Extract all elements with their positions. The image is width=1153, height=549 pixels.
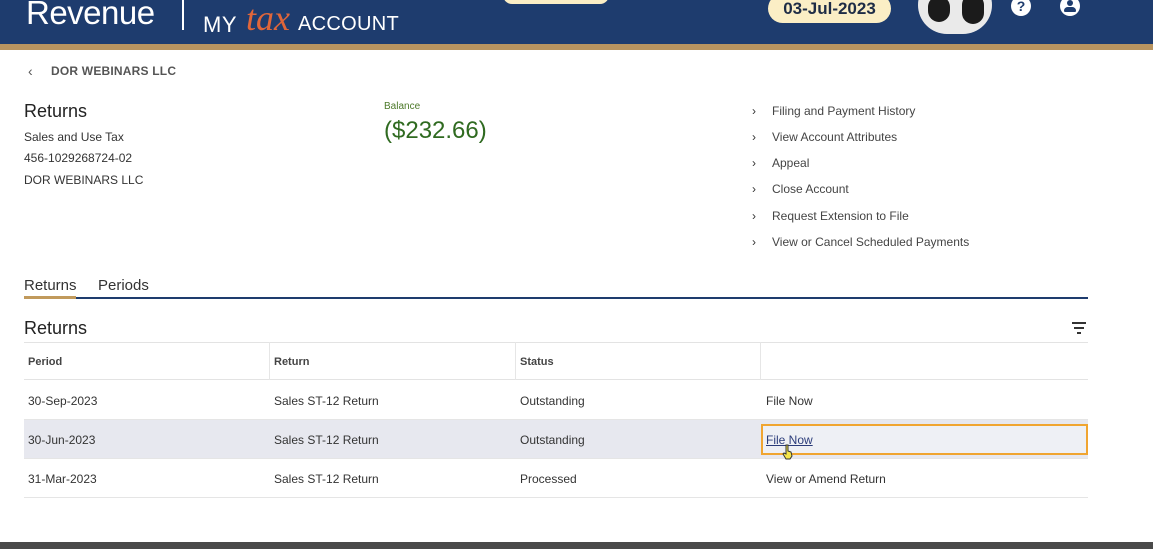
logo-tax: tax [246, 0, 290, 38]
link-scheduled-payments[interactable]: › View or Cancel Scheduled Payments [752, 235, 969, 253]
link-label: Appeal [772, 156, 810, 170]
page-title: Returns [24, 101, 88, 121]
link-view-account-attributes[interactable]: › View Account Attributes [752, 130, 897, 148]
cell-status: Processed [520, 472, 577, 486]
logo-revenue: Revenue [26, 0, 155, 31]
hand-cursor-icon [782, 444, 793, 460]
file-now-link[interactable]: File Now [766, 394, 813, 408]
cell-status: Outstanding [520, 433, 585, 447]
returns-section-title: Returns [24, 318, 88, 338]
help-icon[interactable]: ? [1011, 0, 1031, 16]
column-header-status[interactable]: Status [520, 356, 554, 368]
header-stripe [0, 44, 1153, 50]
business-name: DOR WEBINARS LLC [24, 173, 144, 187]
link-label: View or Cancel Scheduled Payments [772, 235, 970, 249]
filter-icon[interactable] [1072, 322, 1086, 334]
avatar[interactable] [918, 0, 992, 34]
link-label: Close Account [772, 182, 849, 196]
filter-line [1074, 327, 1084, 329]
avatar-spot [962, 0, 984, 24]
column-separator [515, 342, 516, 380]
tab-bar-divider [76, 297, 1088, 299]
cell-period: 30-Sep-2023 [28, 394, 98, 408]
tax-type: Sales and Use Tax [24, 130, 124, 144]
link-label: Request Extension to File [772, 209, 909, 223]
cell-return: Sales ST-12 Return [274, 472, 379, 486]
back-chevron-icon[interactable]: ‹ [28, 63, 33, 79]
chevron-right-icon: › [752, 235, 756, 249]
account-id: 456-1029268724-02 [24, 151, 133, 165]
tab-periods[interactable]: Periods [98, 277, 149, 294]
chevron-right-icon: › [752, 156, 756, 170]
link-label: Filing and Payment History [772, 104, 916, 118]
bottom-bar [0, 542, 1153, 549]
header-pill[interactable] [503, 0, 609, 4]
logo-account: ACCOUNT [298, 13, 399, 35]
link-appeal[interactable]: › Appeal [752, 156, 809, 174]
cell-return: Sales ST-12 Return [274, 394, 379, 408]
chevron-right-icon: › [752, 209, 756, 223]
breadcrumb[interactable]: DOR WEBINARS LLC [51, 64, 176, 78]
view-amend-return-link[interactable]: View or Amend Return [766, 472, 886, 486]
top-header: Revenue MY tax ACCOUNT 03-Jul-2023 ? [0, 0, 1153, 44]
column-separator [269, 342, 270, 380]
logo-my: MY [203, 12, 237, 37]
avatar-spot [928, 0, 950, 22]
filter-line [1072, 322, 1086, 324]
tab-active-indicator [24, 296, 76, 299]
column-header-period[interactable]: Period [28, 356, 62, 368]
link-close-account[interactable]: › Close Account [752, 182, 849, 200]
filter-line [1077, 332, 1081, 334]
tab-returns[interactable]: Returns [24, 277, 77, 294]
logo-divider [182, 0, 184, 30]
chevron-right-icon: › [752, 104, 756, 118]
current-date-badge: 03-Jul-2023 [768, 0, 891, 23]
link-request-extension[interactable]: › Request Extension to File [752, 209, 909, 227]
cell-return: Sales ST-12 Return [274, 433, 379, 447]
column-header-return[interactable]: Return [274, 356, 309, 368]
cell-period: 30-Jun-2023 [28, 433, 96, 447]
column-separator [760, 342, 761, 380]
link-label: View Account Attributes [772, 130, 898, 144]
table-header [24, 342, 1088, 380]
chevron-right-icon: › [752, 182, 756, 196]
link-filing-payment-history[interactable]: › Filing and Payment History [752, 104, 915, 122]
balance-label: Balance [384, 101, 421, 112]
user-account-icon[interactable] [1060, 0, 1080, 16]
user-icon-body [1064, 7, 1076, 12]
user-icon-head [1067, 0, 1073, 6]
chevron-right-icon: › [752, 130, 756, 144]
balance-value: ($232.66) [384, 117, 487, 144]
cell-period: 31-Mar-2023 [28, 472, 97, 486]
cell-status: Outstanding [520, 394, 585, 408]
